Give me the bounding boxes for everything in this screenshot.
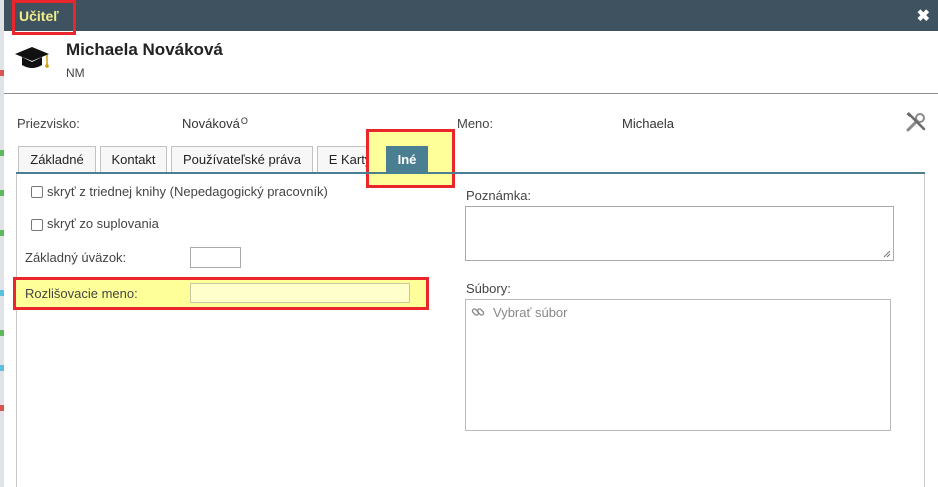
tools-icon[interactable] bbox=[905, 111, 927, 133]
header-divider bbox=[4, 93, 938, 94]
person-name: Michaela Nováková bbox=[66, 40, 223, 59]
close-icon[interactable]: ✖ bbox=[917, 6, 930, 26]
surname-mark: O bbox=[240, 116, 248, 126]
tab-ine[interactable]: Iné bbox=[386, 146, 428, 172]
surname-label: Priezvisko: bbox=[17, 116, 80, 131]
hide-class-book-checkbox[interactable] bbox=[31, 186, 43, 198]
graduation-cap-icon bbox=[15, 47, 49, 68]
dialog-titlebar: Učiteľ ✖ bbox=[4, 0, 938, 31]
workload-label: Základný úväzok: bbox=[25, 250, 127, 265]
hide-class-book-label: skryť z triednej knihy (Nepedagogický pr… bbox=[47, 184, 328, 199]
surname-text: Nováková bbox=[182, 116, 240, 131]
hide-substitution-label: skryť zo suplovania bbox=[47, 216, 159, 231]
workload-input[interactable] bbox=[190, 247, 241, 268]
files-label: Súbory: bbox=[466, 281, 511, 296]
file-dropzone[interactable]: Vybrať súbor bbox=[465, 299, 891, 431]
note-label: Poznámka: bbox=[466, 188, 532, 203]
dialog-title: Učiteľ bbox=[19, 8, 59, 24]
tab-zakladne[interactable]: Základné bbox=[18, 146, 96, 172]
person-abbreviation: NM bbox=[66, 66, 85, 80]
tab-pouzivatelske-prava[interactable]: Používateľské práva bbox=[171, 146, 313, 172]
firstname-value: Michaela bbox=[622, 116, 675, 131]
distinguishing-name-label: Rozlišovacie meno: bbox=[25, 286, 138, 301]
tab-kontakt[interactable]: Kontakt bbox=[100, 146, 167, 172]
link-icon bbox=[471, 308, 485, 316]
firstname-label: Meno: bbox=[457, 116, 494, 131]
select-file-placeholder[interactable]: Vybrať súbor bbox=[493, 305, 567, 320]
hide-substitution-checkbox[interactable] bbox=[31, 219, 43, 231]
resize-grip-icon bbox=[883, 250, 891, 258]
surname-value: NovákováO bbox=[182, 116, 248, 131]
distinguishing-name-input[interactable] bbox=[190, 283, 410, 303]
note-textarea[interactable] bbox=[465, 206, 894, 261]
background-left-strip bbox=[0, 0, 4, 487]
